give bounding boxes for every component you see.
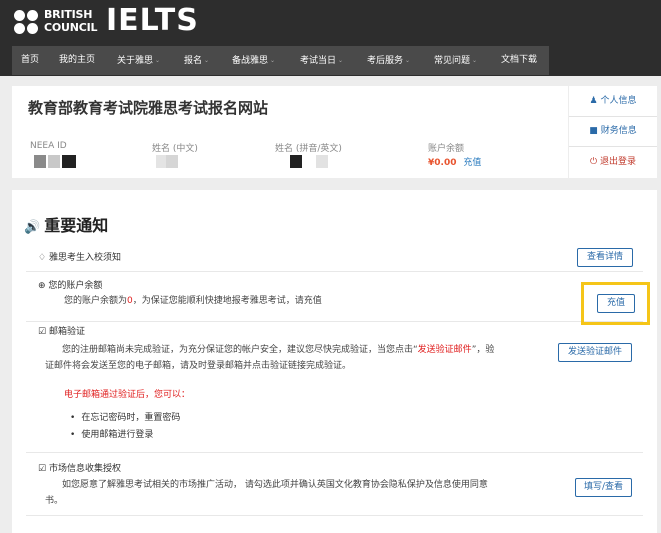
neea-id-value-redacted [34, 155, 78, 168]
chevron-down-icon: ⌄ [204, 57, 210, 64]
brand-name: BRITISH COUNCIL [44, 8, 98, 34]
checkbox-icon: ☑ [38, 464, 47, 474]
nav-home[interactable]: 首页 [21, 46, 39, 75]
briefcase-icon: ■ [589, 126, 598, 136]
account-side-menu: ♟ 个人信息 ■ 财务信息 ⏻ 退出登录 [569, 86, 657, 178]
profile-card: 教育部教育考试院雅思考试报名网站 NEEA ID 姓名 (中文) 姓名 (拼音/… [12, 86, 568, 178]
plus-circle-icon: ⊕ [38, 281, 46, 291]
nav-downloads[interactable]: 文档下载 [501, 46, 537, 75]
chevron-down-icon: ⌄ [155, 57, 161, 64]
balance-notice-heading: ⊕ 您的账户余额 [38, 281, 103, 291]
chevron-down-icon: ⌄ [472, 57, 478, 64]
balance-amount: ¥0.00 [428, 158, 457, 168]
nav-prepare[interactable]: 备战雅思 ⌄ [232, 46, 275, 75]
marketing-notice-line2: 书。 [45, 496, 64, 506]
nav-faq[interactable]: 常见问题 ⌄ [434, 46, 477, 75]
bell-icon: ♢ [38, 253, 47, 263]
email-notice-line1: 您的注册邮箱尚未完成验证，为充分保证您的帐户安全，建议您尽快完成验证，当您点击“… [62, 345, 495, 355]
speaker-icon: 🔊 [24, 220, 41, 235]
british-council-ielts-logo[interactable]: BRITISH COUNCIL IELTS [14, 3, 198, 38]
nav-register[interactable]: 报名 ⌄ [184, 46, 209, 75]
neea-id-label: NEEA ID [30, 141, 67, 151]
page-title: 教育部教育考试院雅思考试报名网站 [28, 99, 269, 117]
send-verification-email-button[interactable]: 发送验证邮件 [558, 343, 632, 362]
finance-info-link[interactable]: ■ 财务信息 [569, 116, 657, 147]
personal-info-link[interactable]: ♟ 个人信息 [569, 86, 657, 117]
balance-label: 账户余额 [428, 144, 465, 154]
recharge-highlight-box [581, 282, 650, 325]
name-en-value-redacted [290, 155, 334, 168]
main-nav: 首页 我的主页 关于雅思 ⌄ 报名 ⌄ 备战雅思 ⌄ 考试当日 ⌄ 考后服务 ⌄ 常见问题… [12, 46, 549, 75]
name-cn-value-redacted [156, 155, 182, 168]
name-cn-label: 姓名 (中文) [152, 144, 198, 154]
name-en-label: 姓名 (拼音/英文) [275, 144, 342, 154]
marketing-notice-line1: 如您愿意了解雅思考试相关的市场推广活动， 请勾选此项并确认英国文化教育协会隐私保… [62, 480, 488, 490]
list-item: 在忘记密码时，重置密码 [70, 410, 180, 423]
fill-view-consent-button[interactable]: 填写/查看 [575, 478, 632, 497]
divider [26, 515, 643, 516]
nav-about-ielts[interactable]: 关于雅思 ⌄ [117, 46, 160, 75]
chevron-down-icon: ⌄ [338, 57, 344, 64]
marketing-notice-heading: ☑ 市场信息收集授权 [38, 464, 121, 474]
balance-value: ¥0.00 充值 [428, 155, 481, 168]
after-verify-heading: 电子邮箱通过验证后，您可以： [64, 390, 191, 400]
list-item: 使用邮箱进行登录 [70, 427, 153, 440]
user-icon: ♟ [589, 96, 598, 106]
nav-test-day[interactable]: 考试当日 ⌄ [300, 46, 343, 75]
ielts-wordmark: IELTS [106, 3, 199, 38]
balance-notice-text: 您的账户余额为0，为保证您能顺利快捷地报考雅思考试，请充值 [64, 296, 322, 306]
british-council-dots-icon [14, 10, 40, 34]
divider [26, 271, 643, 272]
email-notice-heading: ☑ 邮箱验证 [38, 327, 85, 337]
logout-link[interactable]: ⏻ 退出登录 [569, 147, 657, 177]
view-details-button[interactable]: 查看详情 [577, 248, 633, 267]
chevron-down-icon: ⌄ [405, 57, 411, 64]
site-header: BRITISH COUNCIL IELTS 首页 我的主页 关于雅思 ⌄ 报名 ⌄ … [0, 0, 661, 76]
checkbox-icon: ☑ [38, 327, 47, 337]
power-icon: ⏻ [589, 157, 598, 167]
entry-notice-heading: ♢ 雅思考生入校须知 [38, 253, 121, 263]
email-notice-line2: 证邮件将会发送至您的电子邮箱，请及时登录邮箱并点击验证链接完成验证。 [45, 361, 352, 371]
nav-after-test[interactable]: 考后服务 ⌄ [367, 46, 410, 75]
nav-my-page[interactable]: 我的主页 [59, 46, 95, 75]
recharge-link[interactable]: 充值 [463, 158, 481, 168]
divider [26, 321, 643, 322]
chevron-down-icon: ⌄ [270, 57, 276, 64]
divider [26, 452, 643, 453]
notices-card: 🔊 重要通知 ♢ 雅思考生入校须知 查看详情 ⊕ 您的账户余额 您的账户余额为0，… [12, 190, 657, 533]
notices-heading: 🔊 重要通知 [24, 216, 109, 235]
